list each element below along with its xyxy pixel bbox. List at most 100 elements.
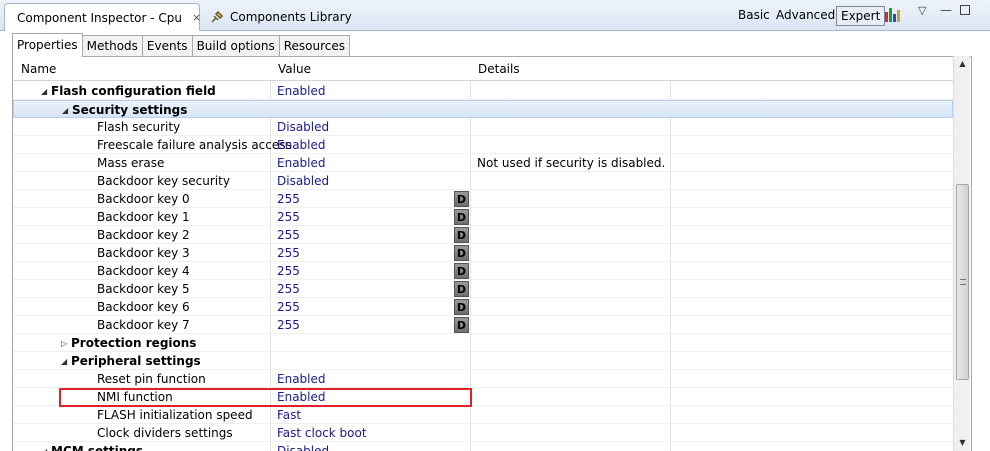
tab-label: Components Library <box>230 10 352 24</box>
table-row[interactable]: Clock dividers settings Fast clock boot <box>13 424 953 442</box>
property-value[interactable]: Disabled <box>277 172 329 190</box>
property-value[interactable]: 255 <box>277 208 300 226</box>
table-row[interactable]: ◢ Security settings <box>13 100 953 118</box>
decimal-format-button[interactable]: D <box>454 227 469 243</box>
close-icon[interactable]: ⨯ <box>192 11 201 24</box>
property-value[interactable]: Enabled <box>277 82 326 100</box>
table-row[interactable]: Backdoor key 3 255 D <box>13 244 953 262</box>
decimal-format-button[interactable]: D <box>454 281 469 297</box>
table-row[interactable]: ◢ Flash configuration field Enabled <box>13 82 953 100</box>
table-row[interactable]: Reset pin function Enabled <box>13 370 953 388</box>
property-name-label: Backdoor key 4 <box>97 264 190 278</box>
property-value[interactable]: 255 <box>277 316 300 334</box>
mode-basic-button[interactable]: Basic <box>734 6 774 26</box>
property-name-label: Backdoor key 6 <box>97 300 190 314</box>
decimal-format-button[interactable]: D <box>454 299 469 315</box>
property-value[interactable]: Enabled <box>277 136 326 154</box>
decimal-format-button[interactable]: D <box>454 317 469 333</box>
property-name-label: Backdoor key security <box>97 174 230 188</box>
decimal-format-button[interactable]: D <box>454 191 469 207</box>
property-value[interactable]: Enabled <box>277 388 326 406</box>
property-value[interactable]: Fast <box>277 406 301 424</box>
table-header: Name Value Details <box>13 57 953 81</box>
scroll-up-icon[interactable]: ▲ <box>954 56 971 72</box>
property-name-label: Flash security <box>97 120 181 134</box>
table-row[interactable]: Backdoor key 7 255 D <box>13 316 953 334</box>
property-name-label: Mass erase <box>97 156 165 170</box>
property-name-label: Protection regions <box>71 336 197 350</box>
property-name-label: Security settings <box>72 103 188 117</box>
minimize-icon[interactable]: — <box>940 3 952 17</box>
table-row[interactable]: ▷ Protection regions <box>13 334 953 352</box>
collapsed-triangle-icon[interactable]: ▷ <box>61 335 71 353</box>
tab-events[interactable]: Events <box>141 35 193 57</box>
property-value[interactable]: Enabled <box>277 154 326 172</box>
view-menu-icon[interactable]: ▽ <box>918 4 926 17</box>
property-value[interactable]: 255 <box>277 226 300 244</box>
grip-icon <box>960 279 966 285</box>
table-row[interactable]: Backdoor key security Disabled <box>13 172 953 190</box>
decimal-format-button[interactable]: D <box>454 263 469 279</box>
table-row[interactable]: Freescale failure analysis access Enabled <box>13 136 953 154</box>
property-name: ◢ Security settings <box>62 101 187 120</box>
table-row[interactable]: Backdoor key 5 255 D <box>13 280 953 298</box>
property-value[interactable]: 255 <box>277 244 300 262</box>
table-row[interactable]: NMI function Enabled <box>13 388 953 406</box>
property-value[interactable]: 255 <box>277 280 300 298</box>
property-name: FLASH initialization speed <box>97 406 253 424</box>
expanded-triangle-icon[interactable]: ◢ <box>41 83 51 101</box>
table-row[interactable]: Flash security Disabled <box>13 118 953 136</box>
table-row[interactable]: Backdoor key 0 255 D <box>13 190 953 208</box>
property-name: Reset pin function <box>97 370 206 388</box>
column-header-details[interactable]: Details <box>470 57 520 81</box>
table-row[interactable]: Mass erase Enabled Not used if security is… <box>13 154 953 172</box>
decimal-format-button[interactable]: D <box>454 245 469 261</box>
decimal-format-button[interactable]: D <box>454 209 469 225</box>
property-name: Clock dividers settings <box>97 424 233 442</box>
mode-advanced-button[interactable]: Advanced <box>772 6 839 26</box>
property-value[interactable]: Fast clock boot <box>277 424 367 442</box>
property-value[interactable]: Enabled <box>277 370 326 388</box>
scroll-down-icon[interactable]: ▼ <box>954 435 971 451</box>
tab-resources[interactable]: Resources <box>278 35 350 57</box>
table-row[interactable]: Backdoor key 1 255 D <box>13 208 953 226</box>
table-row[interactable]: Backdoor key 2 255 D <box>13 226 953 244</box>
expanded-triangle-icon[interactable]: ◢ <box>61 353 71 371</box>
tab-methods[interactable]: Methods <box>81 35 143 57</box>
mode-expert-button[interactable]: Expert <box>836 6 886 26</box>
property-value[interactable]: Disabled <box>277 442 329 451</box>
tab-properties[interactable]: Properties <box>12 33 83 57</box>
table-row[interactable]: Backdoor key 4 255 D <box>13 262 953 280</box>
maximize-icon[interactable] <box>960 5 970 15</box>
property-name: Backdoor key 3 <box>97 244 190 262</box>
bar-chart-icon[interactable] <box>884 6 902 24</box>
table-row[interactable]: ◢ MCM settings Disabled <box>13 442 953 451</box>
view-tab-bar: Component Inspector - Cpu ⨯ Components L… <box>0 0 990 31</box>
scrollbar-thumb[interactable] <box>956 184 969 380</box>
property-value[interactable]: 255 <box>277 298 300 316</box>
property-name-label: Peripheral settings <box>71 354 201 368</box>
expanded-triangle-icon[interactable]: ◢ <box>41 443 51 451</box>
property-details: Not used if security is disabled. <box>477 156 666 170</box>
table-row[interactable]: Backdoor key 6 255 D <box>13 298 953 316</box>
table-row[interactable]: FLASH initialization speed Fast <box>13 406 953 424</box>
property-name: Flash security <box>97 118 180 136</box>
property-value[interactable]: Disabled <box>277 118 329 136</box>
property-value[interactable]: 255 <box>277 262 300 280</box>
tab-component-inspector[interactable]: Component Inspector - Cpu ⨯ <box>4 3 201 31</box>
column-header-value[interactable]: Value <box>270 57 311 81</box>
property-name-label: NMI function <box>97 390 173 404</box>
property-name-label: Clock dividers settings <box>97 426 233 440</box>
property-name-label: Backdoor key 7 <box>97 318 190 332</box>
column-header-name[interactable]: Name <box>13 57 56 81</box>
property-name: Backdoor key 6 <box>97 298 190 316</box>
property-value[interactable]: 255 <box>277 190 300 208</box>
expanded-triangle-icon[interactable]: ◢ <box>62 102 72 120</box>
property-name-label: Reset pin function <box>97 372 206 386</box>
table-row[interactable]: ◢ Peripheral settings <box>13 352 953 370</box>
property-name: Freescale failure analysis access <box>97 136 292 154</box>
tab-components-library[interactable]: Components Library <box>204 3 358 31</box>
tab-build-options[interactable]: Build options <box>191 35 280 57</box>
vertical-scrollbar[interactable]: ▲ ▼ <box>953 56 970 451</box>
property-name-label: Freescale failure analysis access <box>97 138 292 152</box>
